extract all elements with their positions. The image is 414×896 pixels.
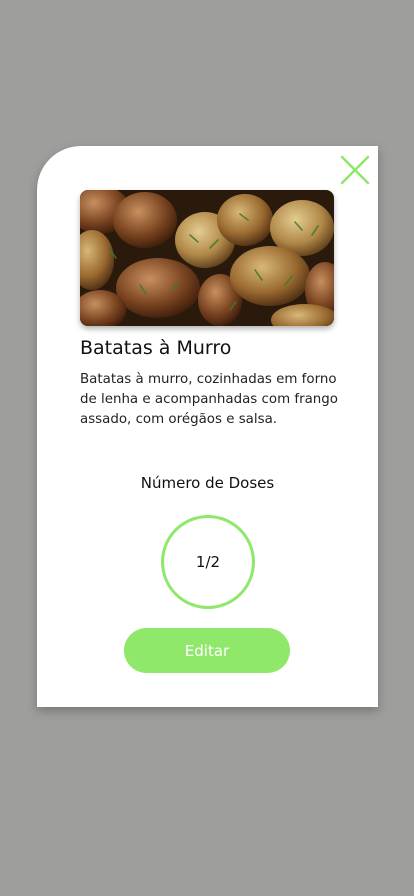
dose-value: 1/2 [195, 553, 221, 571]
recipe-modal: Batatas à Murro Batatas à murro, cozinha… [37, 146, 378, 707]
recipe-image [80, 190, 334, 326]
close-icon[interactable] [340, 155, 370, 185]
edit-button[interactable]: Editar [124, 628, 290, 673]
close-button[interactable] [340, 155, 370, 185]
recipe-title: Batatas à Murro [80, 337, 232, 359]
doses-label: Número de Doses [140, 474, 275, 492]
dose-selector[interactable]: 1/2 [161, 515, 255, 609]
recipe-description: Batatas à murro, cozinhadas em forno de … [80, 372, 338, 427]
